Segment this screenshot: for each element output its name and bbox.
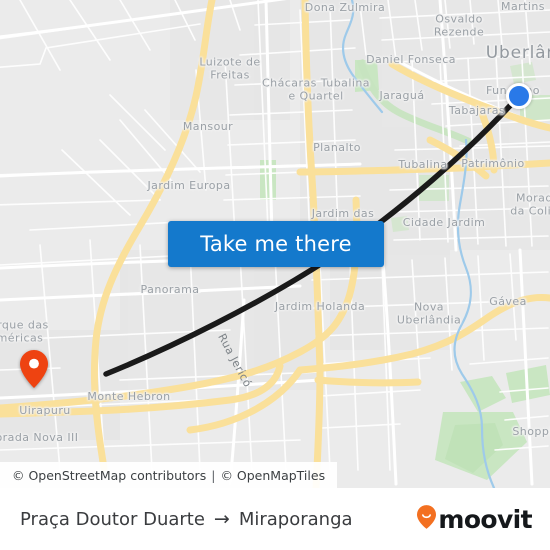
- attribution-osm[interactable]: © OpenStreetMap contributors: [12, 468, 206, 483]
- trip-summary: Praça Doutor Duarte → Miraporanga: [20, 509, 353, 530]
- attribution-separator: |: [211, 467, 216, 483]
- attribution-openmaptiles[interactable]: © OpenMapTiles: [220, 468, 325, 483]
- moovit-wordmark: moovit: [438, 504, 532, 534]
- destination-pin[interactable]: [20, 350, 48, 388]
- arrow-right-icon: →: [213, 507, 230, 530]
- map-attribution: © OpenStreetMap contributors | © OpenMap…: [0, 462, 338, 488]
- map-viewport[interactable]: .rdmin { stroke:#ffffff; fill:none; stro…: [0, 0, 550, 488]
- moovit-logo[interactable]: moovit: [417, 504, 533, 534]
- origin-dot[interactable]: [506, 83, 532, 109]
- trip-origin-label: Praça Doutor Duarte: [20, 508, 205, 530]
- trip-destination-label: Miraporanga: [238, 508, 353, 530]
- moovit-pin-icon: [417, 504, 437, 534]
- moovit-trip-map-screen: .rdmin { stroke:#ffffff; fill:none; stro…: [0, 0, 550, 550]
- take-me-there-button[interactable]: Take me there: [168, 221, 384, 267]
- trip-footer: Praça Doutor Duarte → Miraporanga moovit: [0, 488, 550, 550]
